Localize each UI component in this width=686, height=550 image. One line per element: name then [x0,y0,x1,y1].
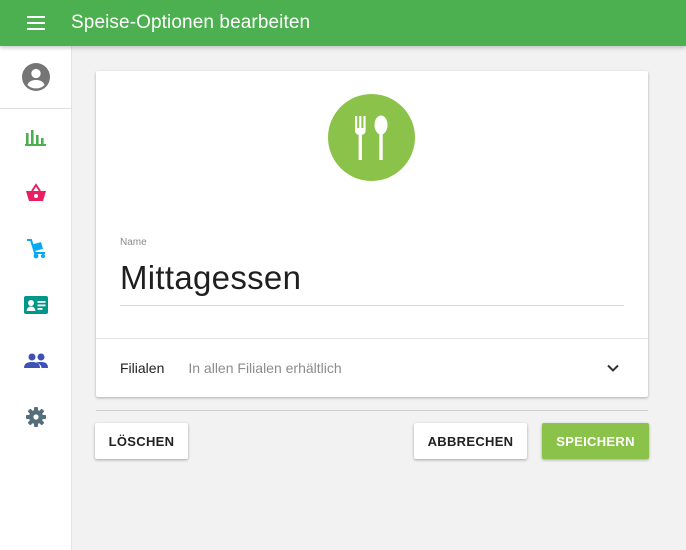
page-title: Speise-Optionen bearbeiten [71,12,311,33]
people-icon [23,353,48,368]
meal-avatar [328,94,415,181]
meal-option-card: Name Mittagessen Filialen In allen Filia… [96,71,648,397]
app-bar: Speise-Optionen bearbeiten [0,0,686,46]
sidebar-item-contacts[interactable] [0,277,71,333]
sidebar-item-delivery[interactable] [0,221,71,277]
actions-divider [96,410,648,411]
sidebar-item-users[interactable] [0,333,71,389]
sidebar-item-statistics[interactable] [0,109,71,165]
name-field-label: Name [120,237,147,248]
bar-chart-icon [24,130,46,146]
fork-spoon-icon [354,115,387,160]
chevron-down-icon[interactable] [606,361,620,375]
shopping-basket-icon [25,183,46,201]
name-field-underline [120,305,624,306]
settings-gear-icon [25,407,46,427]
sidebar-item-orders[interactable] [0,165,71,221]
name-field[interactable]: Mittagessen [120,259,301,297]
account-circle-icon [21,63,50,91]
hamburger-menu-icon [27,16,45,30]
cancel-button[interactable]: ABBRECHEN [414,423,527,459]
sidebar-nav [0,46,72,550]
hand-truck-icon [26,239,45,259]
menu-button[interactable] [0,0,72,46]
contact-card-icon [23,296,48,314]
delete-button[interactable]: LÖSCHEN [95,423,188,459]
save-button[interactable]: SPEICHERN [542,423,649,459]
branches-select[interactable]: Filialen In allen Filialen erhältlich [96,339,648,397]
branches-label: Filialen [120,360,165,376]
branches-value: In allen Filialen erhältlich [188,360,342,376]
sidebar-item-settings[interactable] [0,389,71,445]
avatar[interactable] [0,46,71,109]
